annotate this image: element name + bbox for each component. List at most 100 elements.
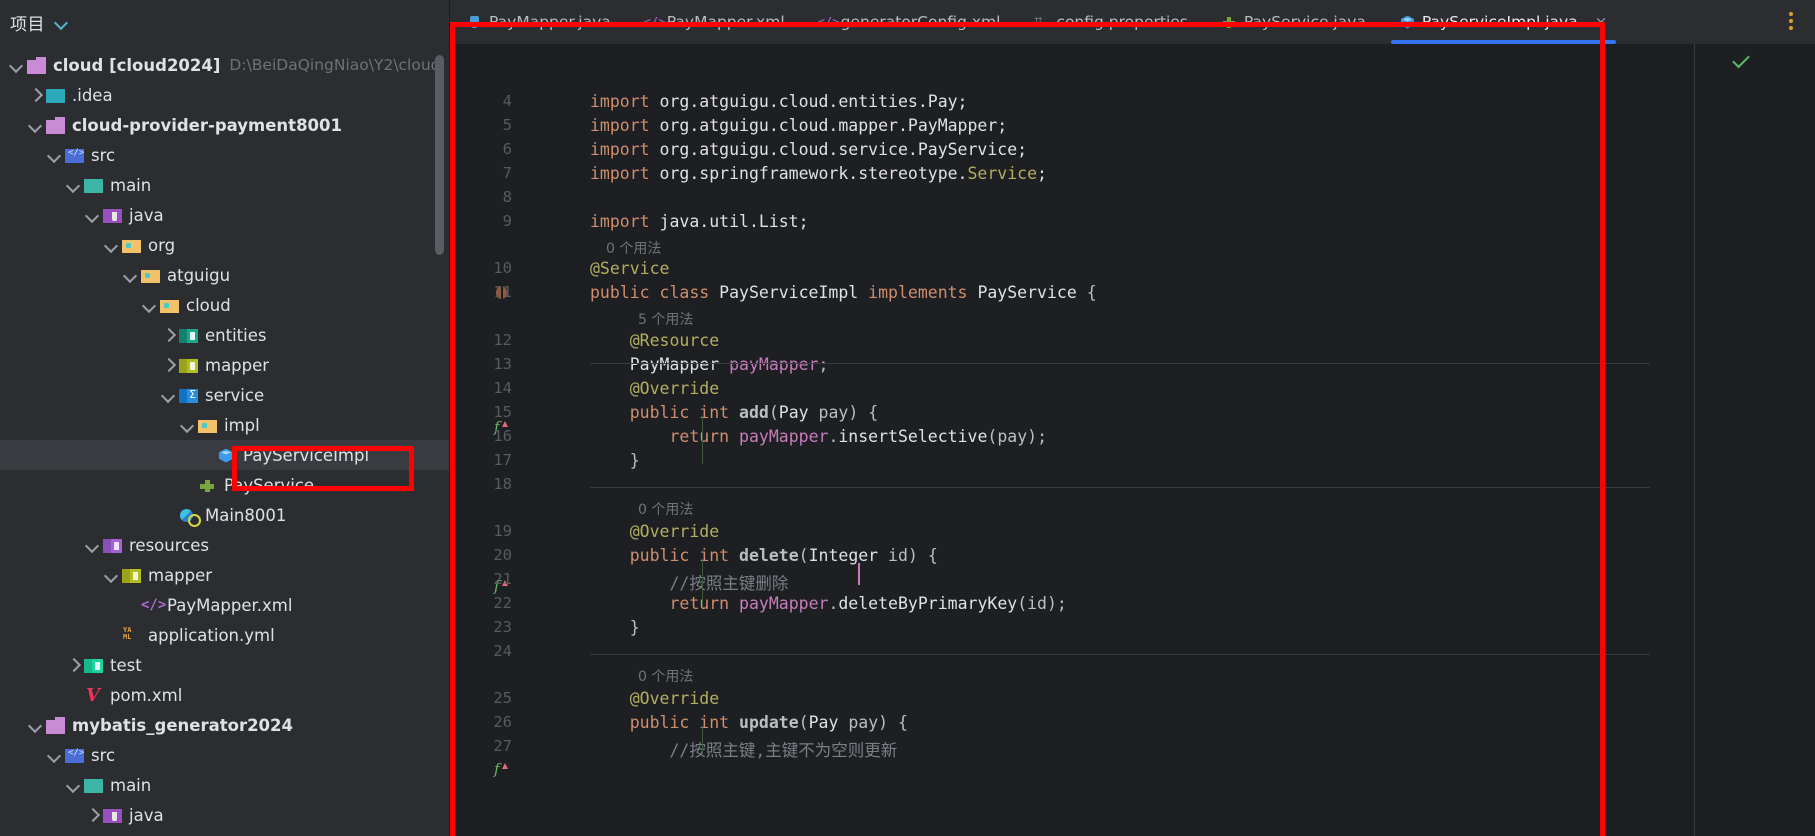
tree-node-mybatis-generator2024[interactable]: mybatis_generator2024 xyxy=(0,710,450,740)
usage-hint[interactable]: 5 个用法 xyxy=(638,309,693,329)
tree-node-java[interactable]: java xyxy=(0,800,450,830)
editor-tab-generatorconfig-xml[interactable]: generatorConfig.xml xyxy=(802,0,1018,44)
code-line[interactable]: public int delete(Integer id) { xyxy=(590,546,938,565)
code-token: . xyxy=(828,594,839,613)
chevron-down-icon[interactable] xyxy=(65,777,81,793)
chevron-down-icon[interactable] xyxy=(27,717,43,733)
usage-hint[interactable]: 0 个用法 xyxy=(638,666,693,686)
code-line[interactable]: import org.atguigu.cloud.service.PayServ… xyxy=(590,140,1027,159)
code-line[interactable]: } xyxy=(590,451,640,470)
chevron-down-icon[interactable] xyxy=(141,297,157,313)
line-number: 17 xyxy=(493,451,512,469)
tree-node-mapper[interactable]: mapper xyxy=(0,560,450,590)
code-line[interactable]: public class PayServiceImpl implements P… xyxy=(590,283,1097,302)
close-icon[interactable]: × xyxy=(1595,14,1608,30)
editor-tab-paymapper-xml[interactable]: PayMapper.xml xyxy=(628,0,802,44)
tree-node-impl[interactable]: impl xyxy=(0,410,450,440)
override-method-icon[interactable] xyxy=(494,760,510,779)
project-panel-scrollbar[interactable] xyxy=(435,55,444,255)
chevron-right-icon[interactable] xyxy=(160,357,176,373)
chevron-down-icon[interactable] xyxy=(179,417,195,433)
tree-node-src[interactable]: src xyxy=(0,740,450,770)
tree-node-idea[interactable]: .idea xyxy=(0,80,450,110)
code-line[interactable]: import org.atguigu.cloud.mapper.PayMappe… xyxy=(590,116,1007,135)
code-line[interactable]: @Override xyxy=(590,522,719,541)
editor-tab-payserviceimpl-java[interactable]: PayServiceImpl.java × xyxy=(1383,0,1624,44)
code-line[interactable]: @Override xyxy=(590,379,719,398)
code-line[interactable]: @Resource xyxy=(590,331,719,350)
chevron-right-icon[interactable] xyxy=(65,657,81,673)
tree-node-payserviceimpl[interactable]: PayServiceImpl xyxy=(0,440,450,470)
code-line[interactable]: public int update(Pay pay) { xyxy=(590,713,908,732)
project-panel-header[interactable]: 项目 xyxy=(0,0,450,44)
code-line[interactable]: //按照主键,主键不为空则更新 xyxy=(590,737,897,761)
vertical-dots-icon[interactable] xyxy=(1789,12,1793,30)
tree-node-src[interactable]: src xyxy=(0,140,450,170)
editor-gutter[interactable]: 4567891011121314151617181920212223242526… xyxy=(450,44,522,836)
chevron-right-icon[interactable] xyxy=(27,87,43,103)
tree-node-entities[interactable]: entities xyxy=(0,320,450,350)
tree-node-cloud[interactable]: cloud xyxy=(0,290,450,320)
tree-node-service[interactable]: service xyxy=(0,380,450,410)
chevron-down-icon[interactable] xyxy=(55,18,69,27)
code-line[interactable]: return payMapper.insertSelective(pay); xyxy=(590,427,1047,446)
tree-node-java[interactable]: java xyxy=(0,200,450,230)
code-line[interactable]: //按照主键删除 xyxy=(590,570,788,594)
chevron-down-icon[interactable] xyxy=(103,237,119,253)
code-line[interactable]: return payMapper.deleteByPrimaryKey(id); xyxy=(590,594,1066,613)
chevron-down-icon[interactable] xyxy=(46,747,62,763)
tree-node-application-yml[interactable]: application.yml xyxy=(0,620,450,650)
chevron-down-icon[interactable] xyxy=(46,147,62,163)
chevron-down-icon[interactable] xyxy=(103,567,119,583)
chevron-down-icon[interactable] xyxy=(84,207,100,223)
code-token: ) xyxy=(848,403,869,422)
line-number: 9 xyxy=(502,212,512,230)
spring-bean-icon[interactable] xyxy=(494,285,510,301)
method-separator xyxy=(590,487,1650,488)
code-token: payMapper xyxy=(739,427,829,446)
code-token: PayMapper xyxy=(629,355,730,374)
code-line[interactable]: PayMapper payMapper; xyxy=(590,355,829,374)
chevron-down-icon[interactable] xyxy=(27,117,43,133)
code-line[interactable]: public int add(Pay pay) { xyxy=(590,403,878,422)
chevron-down-icon[interactable] xyxy=(8,57,24,73)
tree-node-paymapper-xml[interactable]: PayMapper.xml xyxy=(0,590,450,620)
yaml-file-icon xyxy=(122,626,141,645)
tree-node-test[interactable]: test xyxy=(0,650,450,680)
tree-node-mapper[interactable]: mapper xyxy=(0,350,450,380)
chevron-right-icon[interactable] xyxy=(160,327,176,343)
code-token: PayServiceImpl xyxy=(719,283,869,302)
tree-node-org[interactable]: org xyxy=(0,230,450,260)
chevron-down-icon[interactable] xyxy=(84,537,100,553)
editor-tab-paymapper-java[interactable]: PayMapper.java xyxy=(450,0,628,44)
editor-code-area[interactable]: import org.atguigu.cloud.entities.Pay; im… xyxy=(522,44,1694,836)
code-line[interactable]: } xyxy=(590,618,640,637)
usage-hint[interactable]: 0 个用法 xyxy=(638,499,693,519)
chevron-down-icon[interactable] xyxy=(122,267,138,283)
tree-node-main[interactable]: main xyxy=(0,770,450,800)
editor-tab-label: PayMapper.xml xyxy=(666,13,785,31)
code-line[interactable]: @Override xyxy=(590,689,719,708)
tree-node-payservice[interactable]: PayService xyxy=(0,470,450,500)
green-check-icon[interactable] xyxy=(1733,55,1753,67)
code-line[interactable]: @Service xyxy=(590,259,669,278)
code-line[interactable]: import org.atguigu.cloud.entities.Pay; xyxy=(590,92,968,111)
tree-node-cloud-cloud2024[interactable]: cloud [cloud2024] D:\BeiDaQingNiao\Y2\clo… xyxy=(0,50,450,80)
tree-node-main[interactable]: main xyxy=(0,170,450,200)
chevron-right-icon[interactable] xyxy=(84,807,100,823)
tree-node-main8001[interactable]: Main8001 xyxy=(0,500,450,530)
editor-tab-config-properties[interactable]: config.properties xyxy=(1017,0,1204,44)
code-line[interactable]: import org.springframework.stereotype.Se… xyxy=(590,164,1047,183)
code-line[interactable]: import java.util.List; xyxy=(590,212,809,231)
usage-hint[interactable]: 0 个用法 xyxy=(606,238,661,258)
editor-tab-payservice-java[interactable]: PayService.java xyxy=(1205,0,1383,44)
tree-node-resources[interactable]: resources xyxy=(0,530,450,560)
tree-node-atguigu[interactable]: atguigu xyxy=(0,260,450,290)
chevron-down-icon[interactable] xyxy=(65,177,81,193)
tree-node-pom-xml[interactable]: pom.xml xyxy=(0,680,450,710)
editor-tab-bar[interactable]: PayMapper.java PayMapper.xml generatorConf… xyxy=(450,0,1815,44)
chevron-down-icon[interactable] xyxy=(160,387,176,403)
tree-node-cloud-provider-payment8001[interactable]: cloud-provider-payment8001 xyxy=(0,110,450,140)
project-tree[interactable]: cloud [cloud2024] D:\BeiDaQingNiao\Y2\clo… xyxy=(0,44,450,830)
